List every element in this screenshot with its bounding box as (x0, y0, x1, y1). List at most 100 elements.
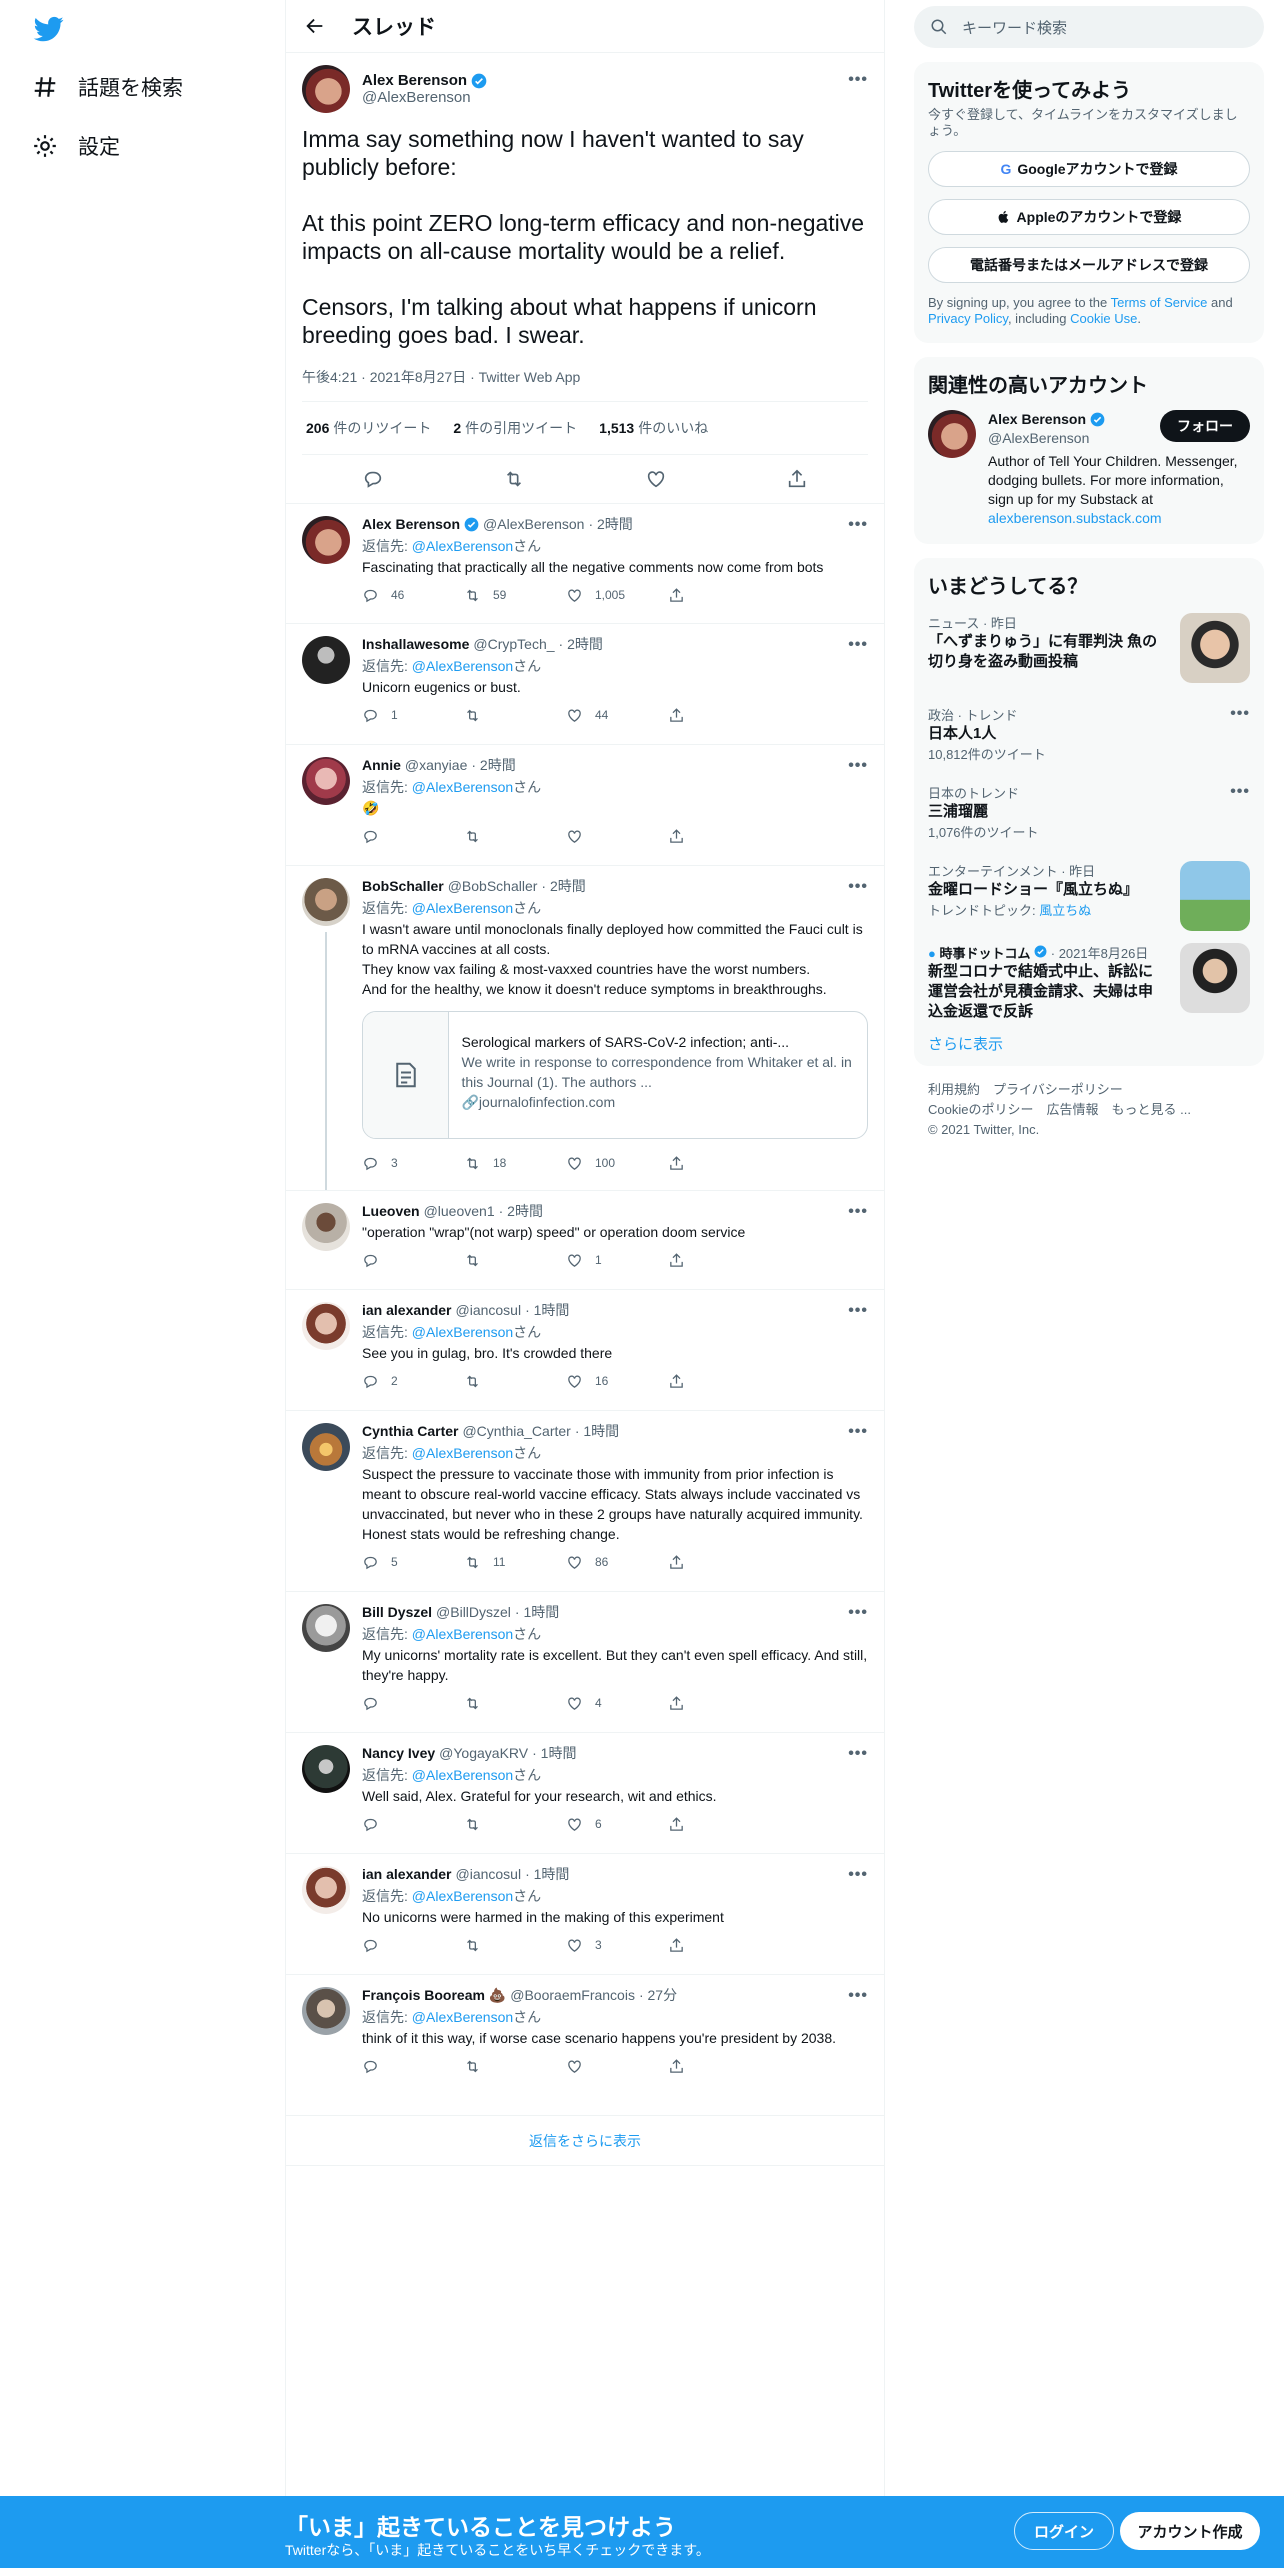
like-button[interactable] (566, 2058, 668, 2075)
reply-time[interactable]: · 2時間 (541, 876, 585, 896)
reply-time[interactable]: · 2時間 (499, 1201, 543, 1221)
reply-author-handle[interactable]: @CrypTech_ (473, 636, 554, 652)
related-account[interactable]: Alex Berenson @AlexBerenson Author of Te… (928, 410, 1250, 528)
more-icon[interactable]: ••• (848, 1987, 868, 2005)
reply-author-name[interactable]: ian alexander (362, 1302, 452, 1318)
link-card[interactable]: Serological markers of SARS-CoV-2 infect… (362, 1011, 868, 1139)
reply-button[interactable] (362, 2058, 464, 2075)
retweet-count[interactable]: 206 件のリツイート (306, 418, 431, 438)
reply-button[interactable] (362, 1695, 464, 1712)
like-icon[interactable] (645, 468, 667, 490)
share-icon[interactable] (786, 468, 808, 490)
reply-tweet[interactable]: BobSchaller @BobSchaller · 2時間 ••• 返信先: @A… (286, 866, 884, 1191)
avatar[interactable] (302, 636, 350, 684)
reply-button[interactable] (362, 828, 464, 845)
reply-to-link[interactable]: @AlexBerenson (412, 538, 513, 554)
google-signup-button[interactable]: G Googleアカウントで登録 (928, 151, 1250, 187)
reply-button[interactable]: 2 (362, 1373, 464, 1390)
related-bio-link[interactable]: alexberenson.substack.com (988, 510, 1162, 526)
show-more-replies-button[interactable]: 返信をさらに表示 (286, 2116, 884, 2166)
like-button[interactable]: 86 (566, 1554, 668, 1571)
footer-link[interactable]: 利用規約 (928, 1082, 980, 1097)
footer-link[interactable]: Cookieのポリシー (928, 1102, 1033, 1117)
reply-author-handle[interactable]: @lueoven1 (424, 1203, 495, 1219)
reply-author-name[interactable]: BobSchaller (362, 878, 444, 894)
more-icon[interactable]: ••• (1230, 705, 1250, 723)
avatar[interactable] (302, 757, 350, 805)
trend-item[interactable]: ● 時事ドットコム · 2021年8月26日 新型コロナで結婚式中止、訴訟に 運… (928, 933, 1250, 1025)
reply-time[interactable]: · 2時間 (559, 634, 603, 654)
reply-author-handle[interactable]: @iancosul (456, 1866, 522, 1882)
reply-author-name[interactable]: Inshallawesome (362, 636, 469, 652)
reply-to-link[interactable]: @AlexBerenson (412, 1626, 513, 1642)
reply-time[interactable]: · 1時間 (515, 1602, 559, 1622)
avatar[interactable] (928, 410, 976, 458)
reply-author-handle[interactable]: @YogayaKRV (439, 1745, 528, 1761)
retweet-button[interactable] (464, 1252, 566, 1269)
reply-author-handle[interactable]: @BooraemFrancois (510, 1987, 635, 2003)
retweet-button[interactable] (464, 1816, 566, 1833)
trend-item[interactable]: 政治 · トレンド 日本人1人 10,812件のツイート ••• (928, 695, 1250, 773)
reply-author-name[interactable]: Lueoven (362, 1203, 420, 1219)
reply-tweet[interactable]: Lueoven @lueoven1 · 2時間 ••• "operation "wr… (286, 1191, 884, 1290)
phone-email-signup-button[interactable]: 電話番号またはメールアドレスで登録 (928, 247, 1250, 283)
avatar[interactable] (302, 516, 350, 564)
cookie-link[interactable]: Cookie Use (1070, 311, 1137, 326)
avatar[interactable] (302, 1987, 350, 2035)
reply-author-handle[interactable]: @xanyiae (405, 757, 467, 773)
quote-count[interactable]: 2 件の引用ツイート (453, 418, 577, 438)
share-button[interactable] (668, 1695, 770, 1712)
trend-item[interactable]: エンターテインメント · 昨日 金曜ロードショー『風立ちぬ』 トレンドトピック:… (928, 851, 1250, 933)
reply-tweet[interactable]: François Booream 💩 @BooraemFrancois · 27分 … (286, 1975, 884, 2116)
login-button[interactable]: ログイン (1014, 2512, 1114, 2550)
reply-tweet[interactable]: Inshallawesome @CrypTech_ · 2時間 ••• 返信先: @… (286, 624, 884, 745)
like-button[interactable] (566, 828, 668, 845)
reply-time[interactable]: · 1時間 (525, 1864, 569, 1884)
reply-tweet[interactable]: ian alexander @iancosul · 1時間 ••• 返信先: @Al… (286, 1854, 884, 1975)
more-icon[interactable]: ••• (1230, 783, 1250, 801)
retweet-button[interactable]: 18 (464, 1155, 566, 1172)
retweet-button[interactable] (464, 2058, 566, 2075)
reply-to-link[interactable]: @AlexBerenson (412, 900, 513, 916)
more-icon[interactable]: ••• (848, 1604, 868, 1622)
author-name[interactable]: Alex Berenson (362, 72, 467, 89)
more-icon[interactable]: ••• (848, 1866, 868, 1884)
like-count[interactable]: 1,513 件のいいね (599, 418, 708, 438)
retweet-button[interactable] (464, 707, 566, 724)
share-button[interactable] (668, 1373, 770, 1390)
terms-link[interactable]: Terms of Service (1111, 295, 1208, 310)
avatar[interactable] (302, 1302, 350, 1350)
reply-button[interactable] (362, 1252, 464, 1269)
reply-tweet[interactable]: Alex Berenson @AlexBerenson · 2時間 ••• 返信先… (286, 504, 884, 624)
reply-button[interactable] (362, 1816, 464, 1833)
nav-explore[interactable]: 話題を検索 (32, 72, 183, 102)
retweet-button[interactable]: 11 (464, 1554, 566, 1571)
avatar[interactable] (302, 65, 350, 113)
retweet-button[interactable] (464, 1937, 566, 1954)
avatar[interactable] (302, 1203, 350, 1251)
reply-time[interactable]: · 27分 (639, 1985, 677, 2005)
like-button[interactable]: 1,005 (566, 587, 668, 604)
more-icon[interactable]: ••• (848, 878, 868, 896)
retweet-button[interactable] (464, 1373, 566, 1390)
more-icon[interactable]: ••• (848, 636, 868, 654)
avatar[interactable] (302, 1866, 350, 1914)
reply-author-name[interactable]: Annie (362, 757, 401, 773)
reply-icon[interactable] (362, 468, 384, 490)
share-button[interactable] (668, 1937, 770, 1954)
reply-to-link[interactable]: @AlexBerenson (412, 779, 513, 795)
reply-author-name[interactable]: ian alexander (362, 1866, 452, 1882)
reply-author-handle[interactable]: @Cynthia_Carter (462, 1423, 570, 1439)
footer-link[interactable]: プライバシーポリシー (993, 1082, 1123, 1097)
trend-item[interactable]: ニュース · 昨日 「へずまりゅう」に有罪判決 魚の切り身を盗み動画投稿 (928, 603, 1250, 695)
reply-author-name[interactable]: Cynthia Carter (362, 1423, 458, 1439)
like-button[interactable]: 1 (566, 1252, 668, 1269)
more-icon[interactable]: ••• (848, 516, 868, 534)
reply-tweet[interactable]: Nancy Ivey @YogayaKRV · 1時間 ••• 返信先: @Alex… (286, 1733, 884, 1854)
more-icon[interactable]: ••• (848, 1745, 868, 1763)
avatar[interactable] (302, 1423, 350, 1471)
reply-to-link[interactable]: @AlexBerenson (412, 1767, 513, 1783)
share-button[interactable] (668, 1252, 770, 1269)
nav-settings[interactable]: 設定 (32, 131, 120, 161)
show-more-link[interactable]: さらに表示 (928, 1025, 1250, 1060)
